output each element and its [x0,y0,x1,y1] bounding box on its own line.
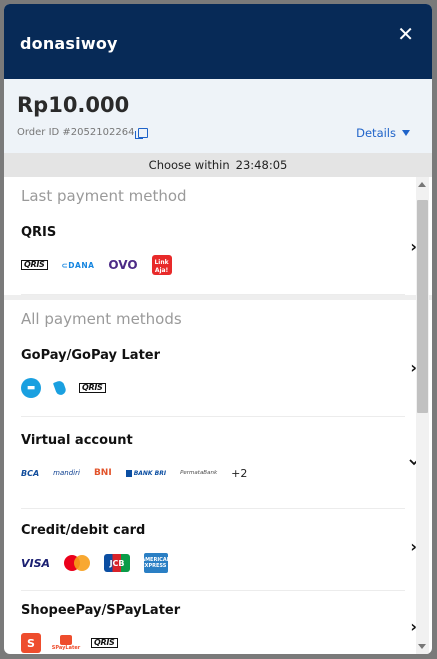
countdown-label: Choose within [148,158,230,172]
qris-logo: QRIS [91,638,118,648]
header-bar: donasiwoy ✕ [4,4,432,79]
qris-logo: QRIS [79,383,106,393]
permata-logo: PermataBank [180,470,218,476]
spaylater-icon [60,634,72,645]
more-banks-count: +2 [231,466,248,480]
details-button[interactable]: Details [356,126,410,140]
bca-logo: BCA [21,468,40,478]
method-logos: S SPayLater QRIS [21,632,405,654]
method-logos: QRIS ⊂DANA OVO Link Aja! [21,254,405,276]
method-virtual-account[interactable]: Virtual account BCA mandiri BNI BANK BRI… [21,417,419,509]
amex-logo: AMERICAN EXPRESS [141,553,171,573]
payment-method-list[interactable]: Last payment method QRIS QRIS ⊂DANA OVO … [4,177,432,654]
scroll-down-icon[interactable] [418,644,426,649]
mastercard-icon [64,555,91,571]
bri-logo: BANK BRI [125,469,166,477]
method-name: Virtual account [21,433,133,448]
dana-logo: ⊂DANA [61,260,95,270]
method-name: QRIS [21,225,57,240]
jcb-logo: JCB [104,554,131,572]
order-id: Order ID #2052102264 [17,127,135,138]
method-qris[interactable]: QRIS QRIS ⊂DANA OVO Link Aja! › [21,215,417,295]
countdown-time: 23:48:05 [235,158,288,172]
spaylater-logo: SPayLater [51,633,81,653]
bni-logo: BNI [93,468,112,478]
method-shopeepay[interactable]: ShopeePay/SPayLater S SPayLater QRIS › [21,591,417,654]
merchant-name: donasiwoy [20,34,118,53]
method-card[interactable]: Credit/debit card VISA JCB AMERICAN EXPR… [21,509,417,591]
method-logos: BCA mandiri BNI BANK BRI PermataBank +2 [21,462,405,484]
method-logos: VISA JCB AMERICAN EXPRESS [21,552,405,574]
qris-logo: QRIS [21,260,48,270]
last-payment-title: Last payment method [21,187,187,205]
all-payment-title: All payment methods [21,310,182,328]
method-logos: ▬ QRIS [21,377,405,399]
method-name: ShopeePay/SPayLater [21,603,181,618]
order-summary: Rp10.000 Order ID #2052102264 Details [4,79,432,153]
copy-icon[interactable] [135,127,149,139]
order-id-row: Order ID #2052102264 [17,127,149,139]
gopaylater-icon [52,379,68,397]
linkaja-logo: Link Aja! [151,255,172,275]
order-amount: Rp10.000 [17,93,130,117]
scrollbar-thumb[interactable] [417,200,428,413]
details-label: Details [356,126,396,140]
method-name: Credit/debit card [21,523,146,538]
caret-down-icon [402,130,410,136]
method-gopay[interactable]: GoPay/GoPay Later ▬ QRIS › [21,338,417,417]
shopee-icon: S [21,633,41,653]
method-name: GoPay/GoPay Later [21,348,161,363]
payment-modal: donasiwoy ✕ Rp10.000 Order ID #205210226… [4,4,432,654]
mandiri-logo: mandiri [53,469,80,477]
close-icon[interactable]: ✕ [397,22,414,46]
visa-logo: VISA [21,556,51,570]
scroll-up-icon[interactable] [418,182,426,187]
gopay-icon: ▬ [21,378,41,398]
ovo-logo: OVO [108,258,138,272]
countdown-bar: Choose within 23:48:05 [4,153,432,177]
spaylater-label: SPayLater [51,644,81,651]
